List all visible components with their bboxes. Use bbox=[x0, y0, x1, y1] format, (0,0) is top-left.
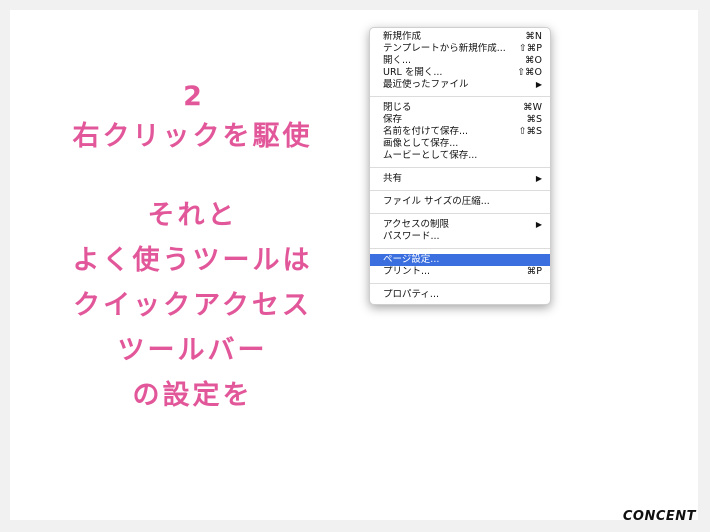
menu-separator bbox=[370, 190, 550, 191]
shortcut-label: ⇧⌘O bbox=[517, 67, 542, 78]
slide-line: よく使うツールは bbox=[72, 245, 313, 276]
menu-item-save-as-image[interactable]: 画像として保存... bbox=[370, 138, 550, 150]
menu-item-share[interactable]: 共有 ▶ bbox=[370, 173, 550, 185]
menu-item-open-url[interactable]: URL を開く... ⇧⌘O bbox=[370, 67, 550, 79]
slide-line: の設定を bbox=[132, 380, 253, 411]
menu-item-save-as[interactable]: 名前を付けて保存... ⇧⌘S bbox=[370, 126, 550, 138]
context-menu: 新規作成 ⌘N テンプレートから新規作成... ⇧⌘P 開く... ⌘O URL を開… bbox=[369, 27, 551, 305]
shortcut-label: ⇧⌘P bbox=[518, 43, 542, 54]
menu-item-page-setup[interactable]: ページ設定... bbox=[370, 254, 550, 266]
menu-item-properties[interactable]: プロパティ... bbox=[370, 289, 550, 301]
shortcut-label: ⌘O bbox=[525, 55, 542, 66]
slide: 2 右クリックを駆使 それと よく使うツールは クイックアクセス ツールバー の… bbox=[10, 10, 698, 520]
step-number: 2 bbox=[183, 81, 202, 112]
menu-item-new-from-template[interactable]: テンプレートから新規作成... ⇧⌘P bbox=[370, 43, 550, 55]
menu-item-open[interactable]: 開く... ⌘O bbox=[370, 55, 550, 67]
slide-heading: 右クリックを駆使 bbox=[72, 121, 313, 152]
submenu-arrow-icon: ▶ bbox=[535, 80, 542, 89]
menu-item-compress-file[interactable]: ファイル サイズの圧縮... bbox=[370, 196, 550, 208]
menu-separator bbox=[370, 283, 550, 284]
menu-item-close[interactable]: 閉じる ⌘W bbox=[370, 102, 550, 114]
shortcut-label: ⌘S bbox=[526, 114, 542, 125]
slide-text-block: 2 右クリックを駆使 それと よく使うツールは クイックアクセス ツールバー の… bbox=[50, 80, 335, 418]
menu-item-save-as-movie[interactable]: ムービーとして保存... bbox=[370, 150, 550, 162]
slide-line: ツールバー bbox=[117, 335, 268, 366]
menu-item-print[interactable]: プリント... ⌘P bbox=[370, 266, 550, 278]
slide-line: それと bbox=[147, 200, 238, 231]
menu-item-password[interactable]: パスワード... bbox=[370, 231, 550, 243]
slide-line: クイックアクセス bbox=[73, 290, 312, 321]
shortcut-label: ⌘N bbox=[525, 31, 542, 42]
menu-separator bbox=[370, 213, 550, 214]
menu-item-new[interactable]: 新規作成 ⌘N bbox=[370, 31, 550, 43]
shortcut-label: ⇧⌘S bbox=[518, 126, 543, 137]
menu-separator bbox=[370, 96, 550, 97]
menu-separator bbox=[370, 167, 550, 168]
brand-logo: CONCENT bbox=[622, 509, 696, 524]
shortcut-label: ⌘W bbox=[523, 102, 542, 113]
shortcut-label: ⌘P bbox=[526, 266, 542, 277]
submenu-arrow-icon: ▶ bbox=[535, 220, 542, 229]
menu-item-restrict-access[interactable]: アクセスの制限 ▶ bbox=[370, 219, 550, 231]
menu-item-save[interactable]: 保存 ⌘S bbox=[370, 114, 550, 126]
menu-item-recent-files[interactable]: 最近使ったファイル ▶ bbox=[370, 79, 550, 91]
menu-separator bbox=[370, 248, 550, 249]
submenu-arrow-icon: ▶ bbox=[535, 174, 542, 183]
